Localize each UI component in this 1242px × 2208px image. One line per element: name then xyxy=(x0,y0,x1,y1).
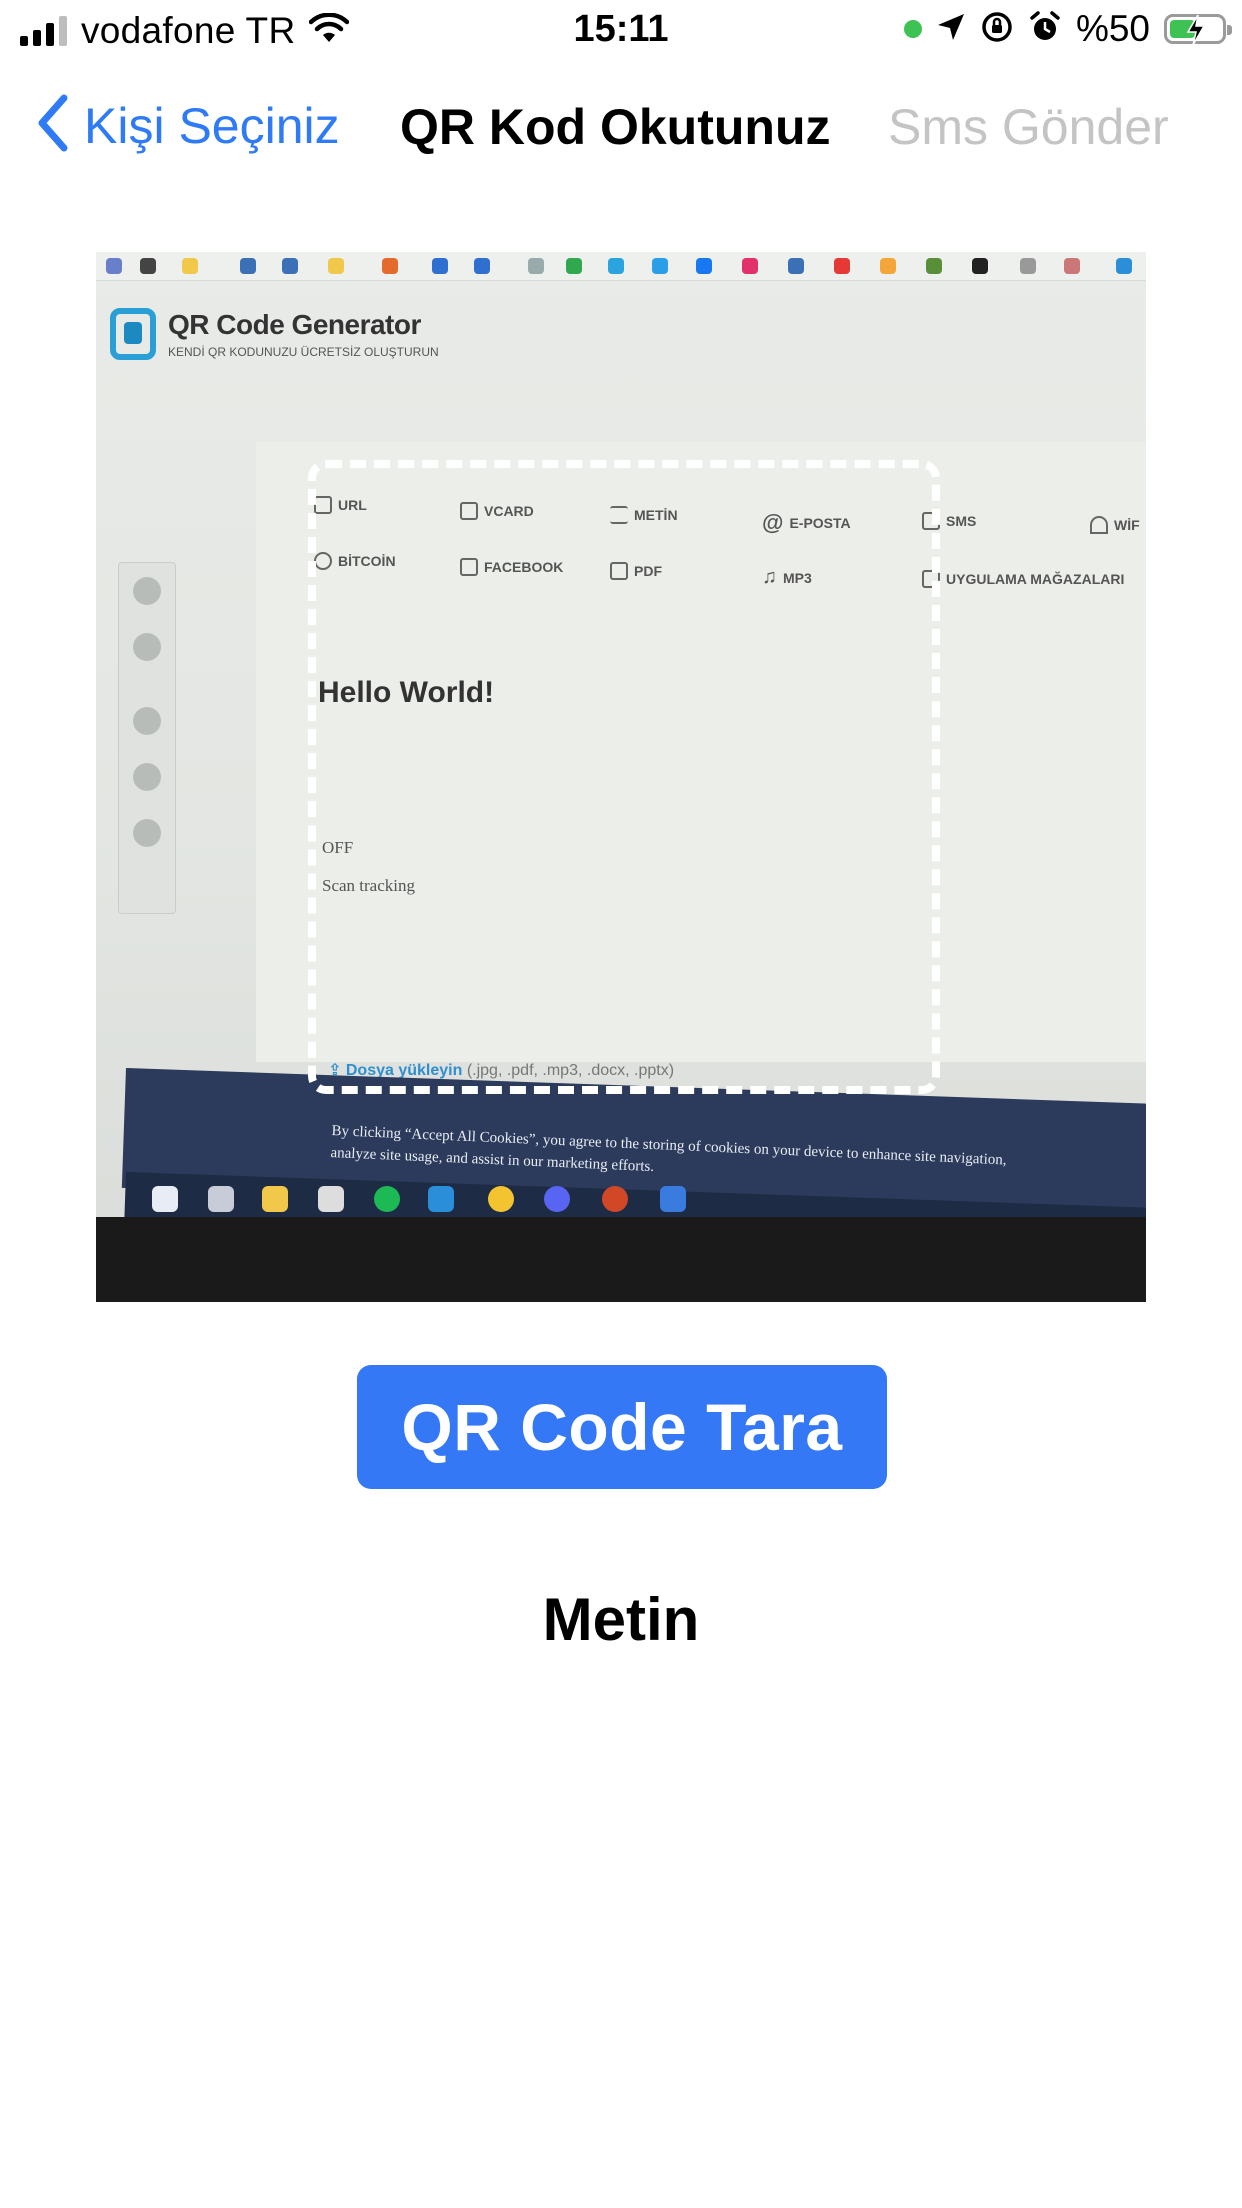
facebook-icon xyxy=(133,633,161,661)
page-title: QR Kod Okutunuz xyxy=(400,99,831,155)
type-app-stores: UYGULAMA MAĞAZALARI xyxy=(922,570,1124,588)
print-icon xyxy=(133,763,161,791)
qr-generator-logo-icon xyxy=(110,308,156,360)
site-header: QR Code Generator KENDİ QR KODUNUZU ÜCRE… xyxy=(110,308,439,360)
orientation-lock-icon xyxy=(980,10,1014,49)
share-sidebar xyxy=(118,562,176,914)
plus-icon xyxy=(133,819,161,847)
site-title: QR Code Generator xyxy=(168,309,421,340)
windows-start-icon xyxy=(152,1186,178,1212)
scan-result-label: Metin xyxy=(542,1586,700,1653)
sms-send-button[interactable]: Sms Gönder xyxy=(888,98,1169,156)
discord-icon xyxy=(544,1186,570,1212)
file-explorer-icon xyxy=(262,1186,288,1212)
vscode-icon xyxy=(428,1186,454,1212)
status-bar: vodafone TR 15:11 %50 xyxy=(0,0,1242,64)
twitter-icon xyxy=(133,577,161,605)
navigation-bar: Kişi Seçiniz QR Kod Okutunuz Sms Gönder xyxy=(0,84,1242,174)
scan-qr-code-button[interactable]: QR Code Tara xyxy=(357,1365,887,1489)
google-icon xyxy=(133,707,161,735)
monitor-bezel xyxy=(96,1217,1146,1302)
scan-frame-overlay xyxy=(308,460,940,1094)
mic-in-use-indicator xyxy=(903,20,922,38)
status-right: %50 xyxy=(903,8,1232,50)
location-icon xyxy=(936,12,966,47)
chevron-left-icon xyxy=(36,94,70,157)
task-view-icon xyxy=(208,1186,234,1212)
back-button[interactable]: Kişi Seçiniz xyxy=(36,94,340,157)
type-wifi: WİF xyxy=(1090,516,1140,534)
app-icon xyxy=(318,1186,344,1212)
alarm-icon xyxy=(1028,10,1062,49)
site-subtitle: KENDİ QR KODUNUZU ÜCRETSİZ OLUŞTURUN xyxy=(168,345,439,359)
battery-charging-icon xyxy=(1164,14,1232,46)
spotify-icon xyxy=(374,1186,400,1212)
chrome-icon xyxy=(488,1186,514,1212)
powerpoint-icon xyxy=(602,1186,628,1212)
browser-bookmarks-bar xyxy=(96,252,1146,281)
camera-preview: QR Code Generator KENDİ QR KODUNUZU ÜCRE… xyxy=(96,252,1146,1302)
app-icon xyxy=(660,1186,686,1212)
battery-percent: %50 xyxy=(1075,8,1150,49)
back-button-label: Kişi Seçiniz xyxy=(84,97,340,154)
